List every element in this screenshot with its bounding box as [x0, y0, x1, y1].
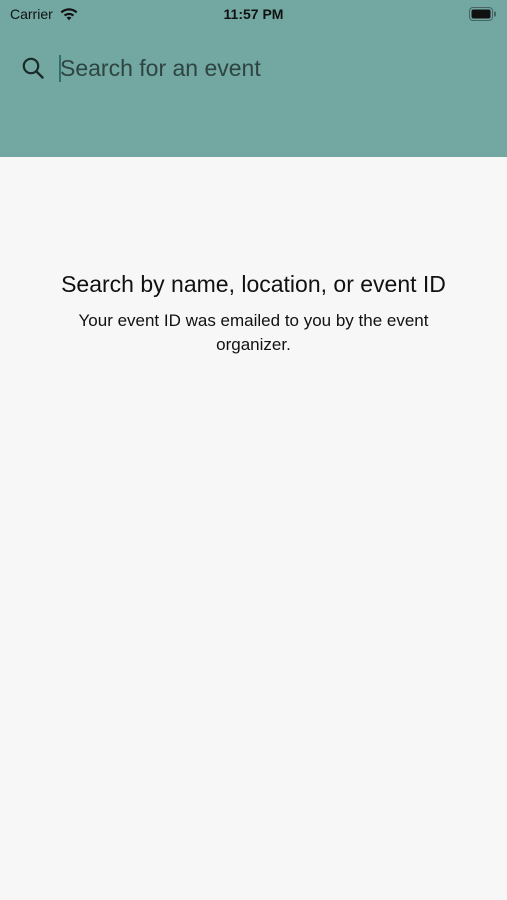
search-bar[interactable] [0, 48, 507, 88]
status-time: 11:57 PM [223, 6, 284, 22]
status-bar: Carrier 11:57 PM [0, 0, 507, 28]
battery-icon [469, 7, 496, 21]
header: Carrier 11:57 PM [0, 0, 507, 157]
search-input[interactable] [60, 51, 480, 85]
empty-state-title: Search by name, location, or event ID [61, 271, 446, 297]
empty-state-subtitle: Your event ID was emailed to you by the … [78, 311, 429, 354]
search-icon [22, 57, 44, 79]
empty-state: Search by name, location, or event ID Yo… [60, 270, 447, 357]
